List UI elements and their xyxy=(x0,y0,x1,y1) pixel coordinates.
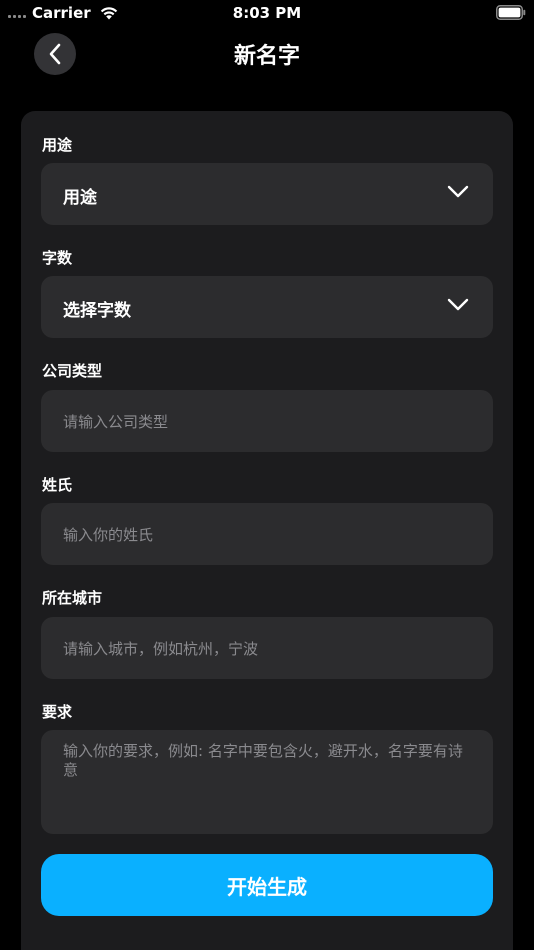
page-title: 新名字 xyxy=(233,44,300,69)
start-generate-button[interactable]: 开始生成 xyxy=(41,854,493,916)
company-type-placeholder: 请输入公司类型 xyxy=(63,413,169,431)
requirements-placeholder: 输入你的要求，例如: 名字中要包含火，避开水，名字要有诗意 xyxy=(63,742,463,779)
status-bar: Carrier 8:03 PM xyxy=(0,0,534,28)
requirements-textarea[interactable]: 输入你的要求，例如: 名字中要包含火，避开水，名字要有诗意 xyxy=(41,730,493,834)
requirements-label: 要求 xyxy=(42,703,73,721)
word-count-select-value: 选择字数 xyxy=(63,301,131,321)
purpose-select[interactable]: 用途 xyxy=(41,163,493,225)
city-label: 所在城市 xyxy=(42,589,103,607)
battery-icon xyxy=(496,5,526,20)
nav-bar: 新名字 xyxy=(0,33,534,77)
surname-label: 姓氏 xyxy=(42,476,73,494)
city-input[interactable]: 请输入城市，例如杭州，宁波 xyxy=(41,617,493,679)
chevron-down-icon xyxy=(447,298,469,311)
word-count-select[interactable]: 选择字数 xyxy=(41,276,493,338)
purpose-label: 用途 xyxy=(42,136,73,154)
surname-input[interactable]: 输入你的姓氏 xyxy=(41,503,493,565)
surname-placeholder: 输入你的姓氏 xyxy=(63,526,154,544)
city-placeholder: 请输入城市，例如杭州，宁波 xyxy=(63,640,259,658)
status-time: 8:03 PM xyxy=(232,4,302,22)
company-type-input[interactable]: 请输入公司类型 xyxy=(41,390,493,452)
purpose-select-value: 用途 xyxy=(63,188,97,208)
company-type-label: 公司类型 xyxy=(42,362,103,380)
chevron-down-icon xyxy=(447,185,469,198)
word-count-label: 字数 xyxy=(42,249,73,267)
